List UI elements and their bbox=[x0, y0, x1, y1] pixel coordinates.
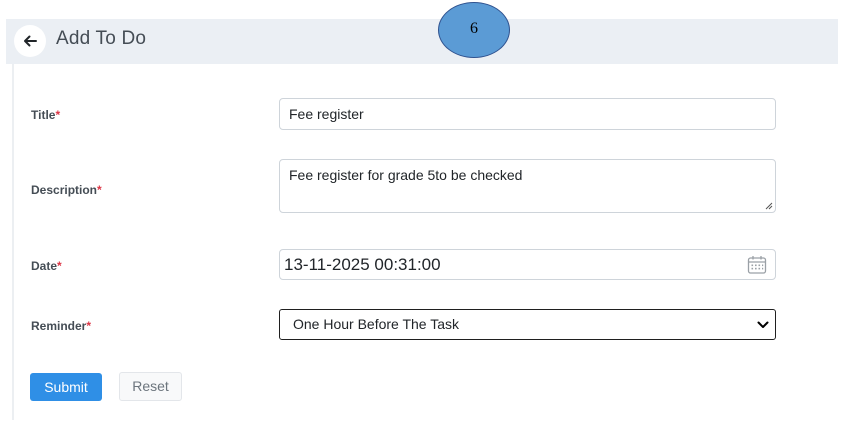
title-label-text: Title bbox=[31, 108, 56, 122]
required-mark: * bbox=[86, 319, 92, 333]
required-mark: * bbox=[97, 183, 102, 197]
date-label-text: Date bbox=[31, 259, 58, 273]
reminder-label-text: Reminder bbox=[31, 319, 87, 333]
title-label: Title* bbox=[31, 108, 60, 122]
chevron-down-icon bbox=[757, 321, 769, 328]
reset-button[interactable]: Reset bbox=[119, 372, 182, 401]
date-input[interactable]: 13-11-2025 00:31:00 bbox=[279, 249, 776, 280]
required-mark: * bbox=[57, 259, 62, 273]
title-input[interactable]: Fee register bbox=[279, 98, 776, 130]
arrow-left-icon bbox=[24, 35, 37, 47]
description-label: Description* bbox=[31, 183, 102, 197]
description-value: Fee register for grade 5to be checked bbox=[289, 167, 523, 183]
resize-grip-icon[interactable] bbox=[765, 202, 773, 210]
description-textarea[interactable]: Fee register for grade 5to be checked bbox=[279, 159, 776, 213]
submit-button[interactable]: Submit bbox=[30, 373, 102, 401]
title-input-value: Fee register bbox=[289, 106, 364, 122]
description-label-text: Description bbox=[31, 183, 98, 197]
date-label: Date* bbox=[31, 259, 62, 273]
step-badge: 6 bbox=[438, 2, 510, 58]
required-mark: * bbox=[55, 108, 61, 122]
calendar-icon[interactable] bbox=[747, 255, 767, 275]
page-title: Add To Do bbox=[56, 28, 147, 49]
card-left-border bbox=[12, 64, 14, 420]
reminder-label: Reminder* bbox=[31, 319, 91, 333]
reminder-select[interactable]: One Hour Before The Task bbox=[279, 309, 776, 340]
reminder-selected-value: One Hour Before The Task bbox=[293, 316, 460, 332]
page-header: Add To Do bbox=[6, 19, 838, 64]
back-button[interactable] bbox=[14, 25, 46, 57]
top-strip bbox=[0, 0, 841, 19]
date-value: 13-11-2025 00:31:00 bbox=[284, 255, 441, 274]
